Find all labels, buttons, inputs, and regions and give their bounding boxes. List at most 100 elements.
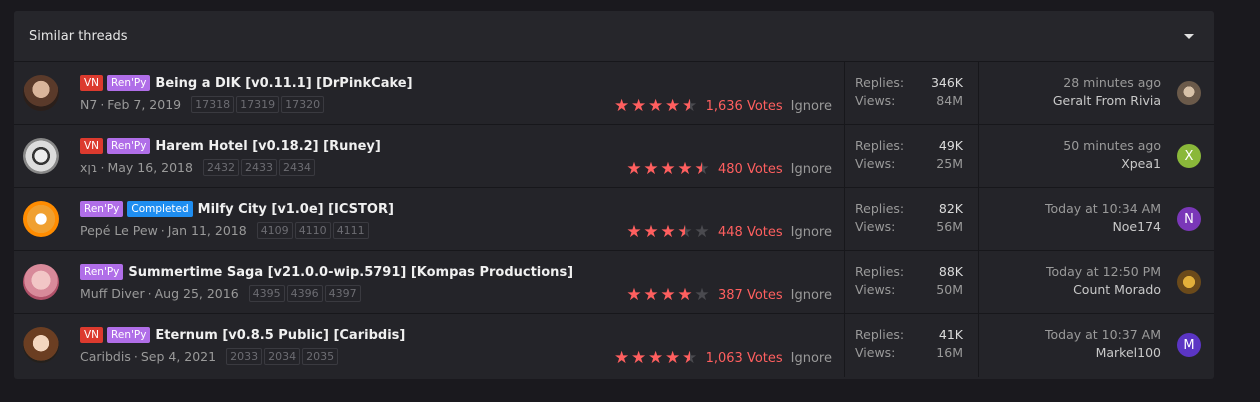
page-jump-link[interactable]: 2034: [264, 348, 301, 365]
page-jump-link[interactable]: 4396: [286, 285, 323, 302]
views-value: 25M: [936, 156, 963, 171]
thread-author[interactable]: N7: [80, 97, 97, 112]
rating-stars: ★ ★ ★ ★ ★: [614, 96, 698, 116]
rating-stars: ★ ★ ★ ★ ★: [613, 348, 698, 368]
page-jump-link[interactable]: 4395: [248, 285, 285, 302]
thread-date[interactable]: Feb 7, 2019: [107, 97, 181, 112]
thread-date[interactable]: Jan 11, 2018: [168, 223, 247, 238]
last-post-user[interactable]: Count Morado: [1073, 281, 1161, 299]
views-value: 16M: [936, 345, 963, 360]
last-poster-avatar[interactable]: [1177, 270, 1201, 294]
star-empty-icon: ★: [694, 222, 710, 242]
block-title: Similar threads: [29, 28, 128, 44]
thread-stats-cell: Replies: 41K Views: 16M: [844, 314, 979, 377]
prefix-label-renpy[interactable]: Ren'Py: [107, 75, 151, 91]
last-post-date[interactable]: Today at 10:34 AM: [1045, 200, 1161, 218]
star-full-icon: ★: [613, 348, 630, 368]
rating-stars: ★ ★ ★ ★ ★: [626, 285, 710, 305]
last-post-date[interactable]: Today at 12:50 PM: [1046, 263, 1161, 281]
thread-list: VN Ren'Py Being a DIK [v0.11.1] [DrPinkCa…: [14, 62, 1214, 377]
thread-author[interactable]: Muff Diver: [80, 286, 145, 301]
thread-title-link[interactable]: Summertime Saga [v21.0.0-wip.5791] [Komp…: [128, 265, 573, 280]
page-jump-link[interactable]: 2033: [226, 348, 263, 365]
prefix-label-vn[interactable]: VN: [80, 327, 104, 343]
ignore-button[interactable]: Ignore: [791, 351, 832, 366]
meta-separator: ·: [133, 349, 138, 364]
last-post-date[interactable]: 50 minutes ago: [1063, 137, 1161, 155]
views-stat: Views: 56M: [855, 218, 968, 236]
page-jump-link[interactable]: 17319: [236, 96, 280, 113]
thread-pages: 2432 2433 2434: [196, 159, 315, 176]
last-post-user[interactable]: Markel100: [1096, 344, 1161, 362]
prefix-label-renpy[interactable]: Ren'Py: [107, 138, 151, 154]
thread-date[interactable]: Sep 4, 2021: [141, 349, 216, 364]
prefix-label-vn[interactable]: VN: [80, 75, 104, 91]
thread-pages: 4109 4110 4111: [250, 222, 369, 239]
page-jump-link[interactable]: 4110: [294, 222, 331, 239]
thread-title-link[interactable]: Milfy City [v1.0e] [ICSTOR]: [198, 202, 394, 217]
thread-pages: 2033 2034 2035: [219, 348, 339, 365]
thread-author[interactable]: Pepé Le Pew: [80, 223, 158, 238]
block-header[interactable]: Similar threads: [14, 11, 1214, 62]
author-avatar[interactable]: [23, 327, 59, 363]
replies-stat: Replies: 82K: [855, 200, 968, 218]
page-jump-link[interactable]: 4111: [332, 222, 369, 239]
star-full-icon: ★: [626, 222, 642, 242]
last-poster-avatar[interactable]: M: [1177, 333, 1201, 357]
thread-labels: Ren'Py: [80, 264, 124, 280]
star-full-icon: ★: [677, 159, 693, 179]
last-post-date[interactable]: Today at 10:37 AM: [1045, 326, 1161, 344]
ignore-button[interactable]: Ignore: [791, 225, 832, 240]
star-full-icon: ★: [626, 285, 642, 305]
page-jump-link[interactable]: 17318: [191, 96, 235, 113]
page-jump-link[interactable]: 2432: [202, 159, 239, 176]
last-poster-avatar[interactable]: [1177, 81, 1201, 105]
star-full-icon: ★: [643, 285, 659, 305]
last-poster-avatar[interactable]: X: [1177, 144, 1201, 168]
replies-label: Replies:: [855, 264, 905, 279]
thread-author[interactable]: Caribdis: [80, 349, 131, 364]
last-post-date[interactable]: 28 minutes ago: [1063, 74, 1161, 92]
chevron-down-icon[interactable]: [1184, 33, 1194, 39]
prefix-label-completed[interactable]: Completed: [127, 201, 193, 217]
thread-date[interactable]: Aug 25, 2016: [155, 286, 239, 301]
page-jump-link[interactable]: 2434: [278, 159, 315, 176]
prefix-label-renpy[interactable]: Ren'Py: [80, 201, 124, 217]
votes-count: 387 Votes: [718, 287, 783, 303]
last-poster-avatar[interactable]: N: [1177, 207, 1201, 231]
star-half-icon: ★: [681, 96, 698, 116]
page-jump-link[interactable]: 2035: [302, 348, 339, 365]
thread-title-link[interactable]: Eternum [v0.8.5 Public] [Caribdis]: [155, 328, 405, 343]
page-jump-link[interactable]: 2433: [240, 159, 277, 176]
thread-title-link[interactable]: Harem Hotel [v0.18.2] [Runey]: [155, 139, 380, 154]
author-avatar[interactable]: [23, 75, 59, 111]
last-post-user[interactable]: Geralt From Rivia: [1053, 92, 1161, 110]
thread-meta: N7 · Feb 7, 2019 17318 17319 17320: [80, 96, 325, 113]
author-avatar[interactable]: [23, 264, 59, 300]
thread-title-line: VN Ren'Py Being a DIK [v0.11.1] [DrPinkCa…: [80, 75, 413, 91]
page-jump-link[interactable]: 17320: [281, 96, 325, 113]
star-full-icon: ★: [664, 348, 681, 368]
author-avatar[interactable]: [23, 201, 59, 237]
thread-main-cell: Ren'Py Completed Milfy City [v1.0e] [ICST…: [14, 188, 844, 250]
prefix-label-renpy[interactable]: Ren'Py: [80, 264, 124, 280]
ignore-button[interactable]: Ignore: [791, 162, 832, 177]
prefix-label-vn[interactable]: VN: [80, 138, 104, 154]
last-post-user[interactable]: Noe174: [1112, 218, 1161, 236]
ignore-button[interactable]: Ignore: [791, 99, 832, 114]
meta-separator: ·: [100, 160, 105, 175]
thread-author[interactable]: xꞁɿ: [80, 160, 98, 175]
prefix-label-renpy[interactable]: Ren'Py: [107, 327, 151, 343]
thread-stats-cell: Replies: 82K Views: 56M: [844, 188, 979, 250]
thread-title-link[interactable]: Being a DIK [v0.11.1] [DrPinkCake]: [155, 76, 412, 91]
author-avatar[interactable]: [23, 138, 59, 174]
star-full-icon: ★: [660, 285, 676, 305]
thread-stats-cell: Replies: 346K Views: 84M: [844, 62, 979, 124]
thread-date[interactable]: May 16, 2018: [107, 160, 192, 175]
page-jump-link[interactable]: 4397: [324, 285, 361, 302]
thread-row: VN Ren'Py Harem Hotel [v0.18.2] [Runey] x…: [14, 125, 1214, 188]
page-jump-link[interactable]: 4109: [256, 222, 293, 239]
last-post-user[interactable]: Xpea1: [1121, 155, 1161, 173]
ignore-button[interactable]: Ignore: [791, 288, 832, 303]
thread-stats-cell: Replies: 88K Views: 50M: [844, 251, 979, 313]
